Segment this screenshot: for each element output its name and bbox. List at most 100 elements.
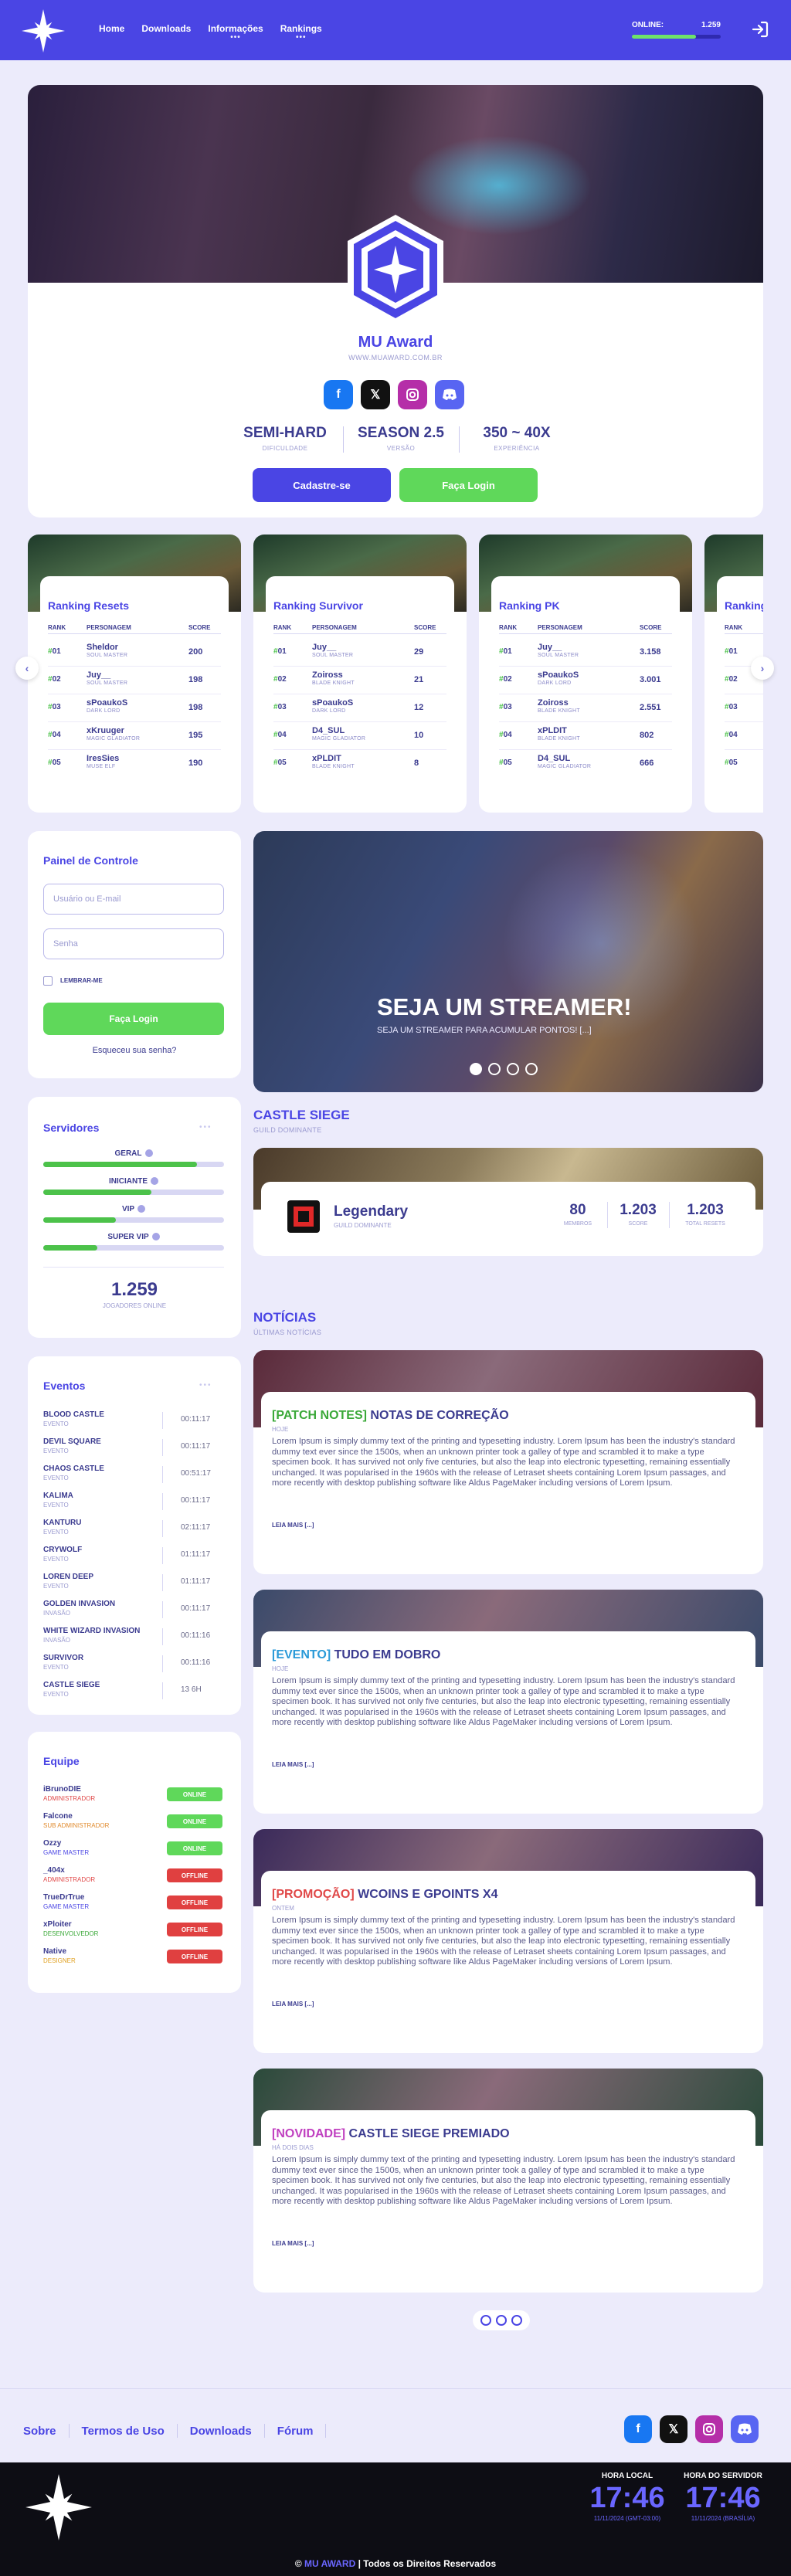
logo-icon[interactable] — [20, 8, 66, 54]
page-dot[interactable] — [511, 2315, 522, 2326]
news-date: ONTEM — [272, 1905, 294, 1912]
remember-checkbox[interactable] — [43, 976, 53, 986]
server-iniciante: INICIANTE — [43, 1177, 224, 1195]
nav-rankings[interactable]: Rankings ••• — [280, 23, 322, 42]
ranking-row[interactable]: #03 sPoaukoS DARK LORD 12 — [273, 698, 446, 718]
news-date: HÁ DOIS DIAS — [272, 2144, 314, 2151]
ranking-row[interactable]: #04 xKruuger MAGIC GLADIATOR 195 — [48, 726, 221, 746]
banner-dot[interactable] — [507, 1063, 519, 1075]
guild-members: 80 MEMBROS — [563, 1202, 592, 1227]
team-panel: Equipe iBrunoDIE ADMINISTRADOR ONLINE Falco… — [28, 1732, 241, 1993]
register-button[interactable]: Cadastre-se — [253, 468, 391, 502]
footer-link-sobre[interactable]: Sobre — [23, 2425, 56, 2438]
event-row: GOLDEN INVASION INVASÃO 00:11:17 — [43, 1600, 211, 1618]
event-row: CRYWOLF EVENTO 01:11:17 — [43, 1546, 211, 1564]
password-input[interactable]: Senha — [43, 928, 224, 959]
news-body: Lorem Ipsum is simply dummy text of the … — [272, 2155, 735, 2206]
footer-link-termos[interactable]: Termos de Uso — [82, 2425, 165, 2438]
server-super-vip: SUPER VIP — [43, 1233, 224, 1251]
ranking-row[interactable]: #01 Juy__ SOUL MASTER 3.158 — [499, 643, 672, 663]
ranking-row[interactable]: #05 D4_SUL MAGIC GLADIATOR 666 — [499, 754, 672, 774]
login-button[interactable]: Faça Login — [399, 468, 538, 502]
team-member: Falcone SUB ADMINISTRADOR ONLINE — [43, 1810, 224, 1836]
ranking-row[interactable]: #05 xPLDIT BLADE KNIGHT 8 — [273, 754, 446, 774]
username-input[interactable]: Usuário ou E-mail — [43, 884, 224, 915]
chevron-right-icon[interactable]: › — [751, 657, 774, 680]
ranking-row[interactable]: #01 Sheldor SOUL MASTER 200 — [48, 643, 221, 663]
chevron-left-icon[interactable]: ‹ — [15, 657, 39, 680]
team-member: xPloiter DESENVOLVEDOR OFFLINE — [43, 1918, 224, 1944]
x-icon[interactable]: 𝕏 — [361, 380, 390, 409]
discord-icon[interactable] — [435, 380, 464, 409]
news-title: NOTÍCIAS — [253, 1310, 317, 1325]
facebook-icon[interactable]: f — [624, 2415, 652, 2443]
news-card[interactable]: [PROMOÇÃO] WCOINS E GPOINTS X4 ONTEM Lorem… — [253, 1829, 763, 2053]
ranking-row[interactable]: #02 sPoaukoS DARK LORD 3.001 — [499, 670, 672, 691]
news-body: Lorem Ipsum is simply dummy text of the … — [272, 1916, 735, 1967]
top-header: Home Downloads Informações ••• Rankings ••… — [0, 0, 791, 60]
event-timer: 00:11:17 — [181, 1604, 211, 1613]
read-more-link[interactable]: LEIA MAIS [...] — [272, 1522, 314, 1529]
events-title: Eventos — [43, 1380, 86, 1392]
footer-links: Sobre Termos de Uso Downloads Fórum — [23, 2424, 338, 2438]
event-timer: 00:11:17 — [181, 1496, 211, 1505]
guild-score: 1.203 SCORE — [620, 1202, 657, 1227]
footer-link-forum[interactable]: Fórum — [277, 2425, 314, 2438]
ranking-row[interactable]: #05 — [725, 754, 763, 774]
banner-dot[interactable] — [488, 1063, 501, 1075]
ranking-row[interactable]: #02 Juy__ SOUL MASTER 198 — [48, 670, 221, 691]
ranking-row[interactable]: #04 — [725, 726, 763, 746]
banner-dot[interactable] — [470, 1063, 482, 1075]
x-icon[interactable]: 𝕏 — [660, 2415, 687, 2443]
read-more-link[interactable]: LEIA MAIS [...] — [272, 2240, 314, 2247]
nav-downloads[interactable]: Downloads — [141, 23, 191, 34]
ranking-row[interactable]: #04 D4_SUL MAGIC GLADIATOR 10 — [273, 726, 446, 746]
control-panel: Painel de Controle Usuário ou E-mail Sen… — [28, 831, 241, 1078]
stat-difficulty: SEMI-HARD DIFICULDADE — [243, 425, 327, 452]
facebook-icon[interactable]: f — [324, 380, 353, 409]
ranking-row[interactable]: #05 IresSies MUSE ELF 190 — [48, 754, 221, 774]
news-content: [PATCH NOTES] NOTAS DE CORREÇÃO HOJE Lorem… — [261, 1392, 755, 1566]
news-card[interactable]: [NOVIDADE] CASTLE SIEGE PREMIADO HÁ DOIS … — [253, 2069, 763, 2293]
stat-version: SEASON 2.5 VERSÃO — [343, 425, 459, 453]
panel-login-button[interactable]: Faça Login — [43, 1003, 224, 1035]
news-card[interactable]: [EVENTO] TUDO EM DOBRO HOJE Lorem Ipsum is… — [253, 1590, 763, 1814]
footer-logo-icon — [25, 2474, 92, 2540]
more-dots-icon[interactable]: ••• — [199, 1381, 212, 1390]
nav-informacoes[interactable]: Informações ••• — [208, 23, 263, 42]
instagram-icon[interactable] — [398, 380, 427, 409]
streamer-banner[interactable]: SEJA UM STREAMER! SEJA UM STREAMER PARA … — [253, 831, 763, 1092]
event-timer: 00:11:17 — [181, 1415, 211, 1424]
login-icon[interactable] — [751, 20, 769, 39]
team-member: Native DESIGNER OFFLINE — [43, 1945, 224, 1971]
status-badge: OFFLINE — [167, 1923, 222, 1936]
news-body: Lorem Ipsum is simply dummy text of the … — [272, 1676, 735, 1727]
ranking-row[interactable]: #03 Zoiross BLADE KNIGHT 2.551 — [499, 698, 672, 718]
news-card[interactable]: [PATCH NOTES] NOTAS DE CORREÇÃO HOJE Lorem… — [253, 1350, 763, 1574]
news-title: [PATCH NOTES] NOTAS DE CORREÇÃO — [272, 1409, 509, 1422]
ranking-row[interactable]: #01 Juy__ SOUL MASTER 29 — [273, 643, 446, 663]
news-title: [NOVIDADE] CASTLE SIEGE PREMIADO — [272, 2127, 510, 2140]
server-geral: GERAL — [43, 1149, 224, 1167]
news-content: [PROMOÇÃO] WCOINS E GPOINTS X4 ONTEM Lorem… — [261, 1871, 755, 2045]
page-dot[interactable] — [496, 2315, 507, 2326]
ranking-row[interactable]: #02 Zoiross BLADE KNIGHT 21 — [273, 670, 446, 691]
online-bar — [632, 35, 721, 39]
banner-dot[interactable] — [525, 1063, 538, 1075]
event-timer: 00:11:16 — [181, 1658, 211, 1667]
ranking-card: Ranking Survivor RANK PERSONAGEM SCORE #01 Ju… — [253, 535, 467, 813]
nav-home[interactable]: Home — [99, 23, 124, 34]
server-url[interactable]: WWW.MUAWARD.COM.BR — [28, 354, 763, 361]
footer-link-downloads[interactable]: Downloads — [190, 2425, 252, 2438]
instagram-icon[interactable] — [695, 2415, 723, 2443]
page-dot[interactable] — [480, 2315, 491, 2326]
more-dots-icon[interactable]: ••• — [199, 1123, 212, 1132]
read-more-link[interactable]: LEIA MAIS [...] — [272, 1761, 314, 1768]
ranking-row[interactable]: #03 sPoaukoS DARK LORD 198 — [48, 698, 221, 718]
forgot-password-link[interactable]: Esqueceu sua senha? — [28, 1046, 241, 1055]
discord-icon[interactable] — [731, 2415, 759, 2443]
ranking-row[interactable]: #03 — [725, 698, 763, 718]
server-fill — [43, 1217, 116, 1223]
ranking-row[interactable]: #04 xPLDIT BLADE KNIGHT 802 — [499, 726, 672, 746]
read-more-link[interactable]: LEIA MAIS [...] — [272, 2001, 314, 2008]
